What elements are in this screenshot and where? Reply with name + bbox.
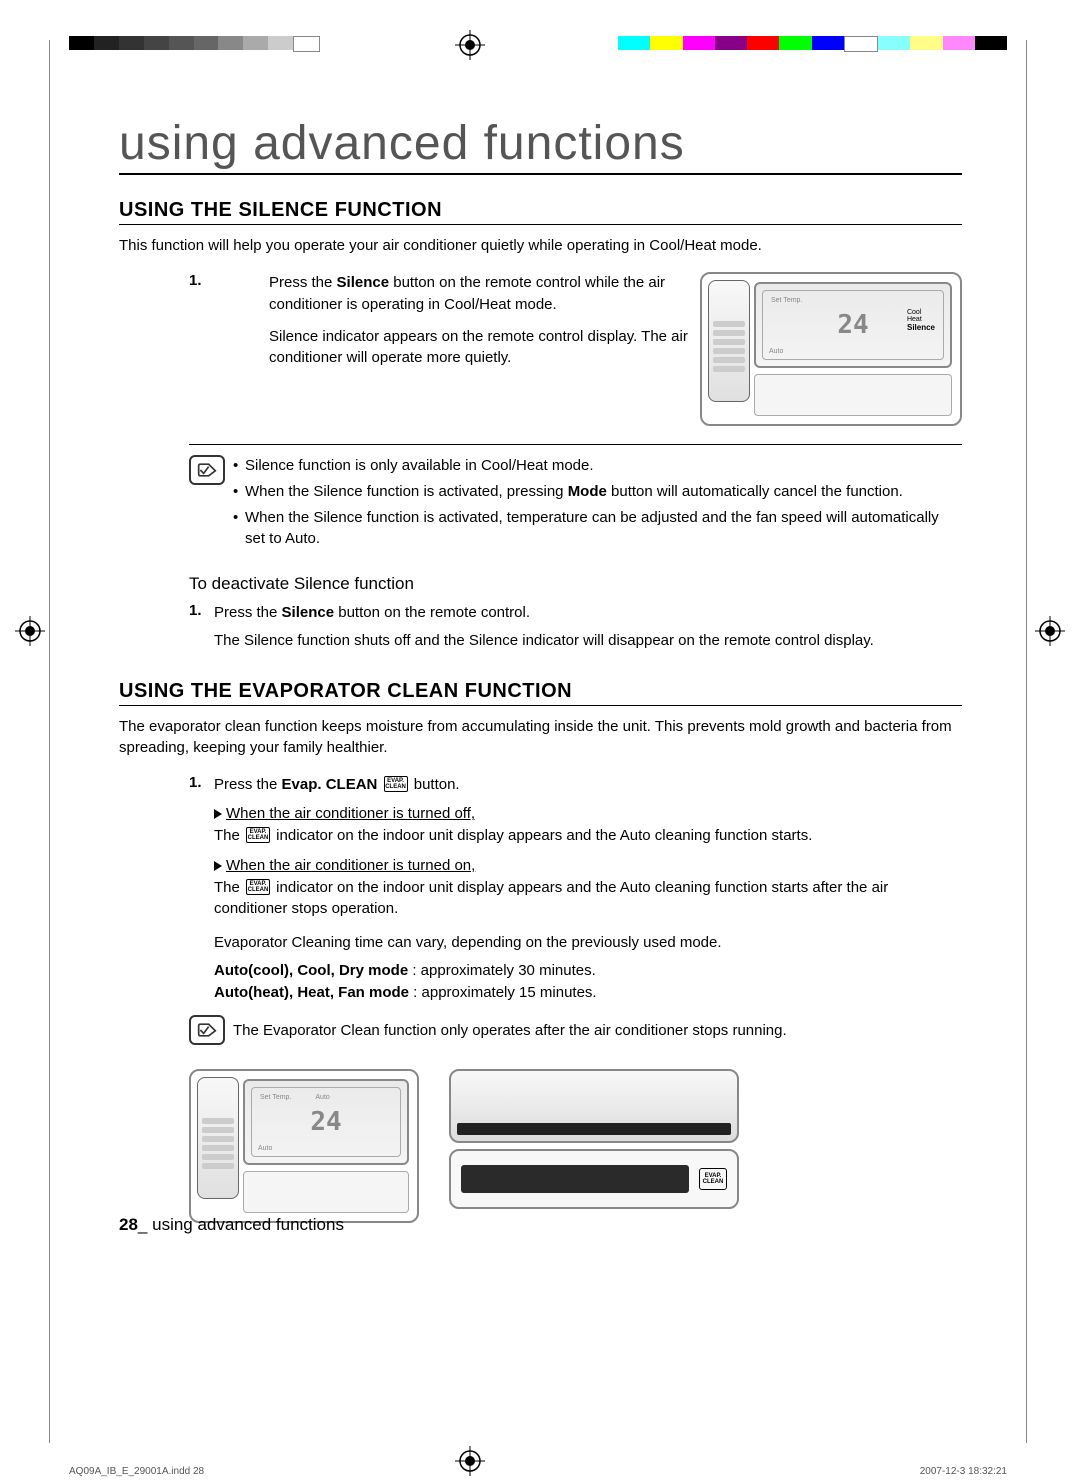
print-color-bar-left — [69, 36, 320, 50]
remote-illustration — [708, 280, 750, 402]
display-illustration: Set Temp.Auto 24 Auto — [243, 1079, 409, 1165]
silence-intro: This function will help you operate your… — [119, 235, 962, 256]
silence-notes: •Silence function is only available in C… — [189, 455, 962, 554]
evap-indicator-icon: EVAP. CLEAN — [246, 879, 270, 895]
page-content: using advanced functions USING THE SILEN… — [119, 116, 962, 1223]
evap-note-row: The Evaporator Clean function only opera… — [189, 1015, 962, 1045]
crop-edge-right — [1026, 40, 1027, 1443]
evap-intro: The evaporator clean function keeps mois… — [119, 716, 962, 758]
registration-mark-bottom — [455, 1446, 485, 1481]
remote-illustration — [197, 1077, 239, 1199]
arrow-icon — [214, 809, 222, 819]
note-bullets: •Silence function is only available in C… — [233, 455, 962, 554]
button-panel-illustration — [243, 1171, 409, 1213]
evap-step: 1. Press the Evap. CLEAN EVAP. CLEAN but… — [189, 774, 962, 1004]
silence-figure-label: Cool Heat Silence — [907, 309, 935, 332]
evap-figures-row: Set Temp.Auto 24 Auto EVAP. CLEAN — [189, 1069, 962, 1223]
evap-indicator-icon: EVAP. CLEAN — [246, 827, 270, 843]
display-illustration: Set Temp. 24 Cool Heat Silence Auto — [754, 282, 952, 368]
manual-page: using advanced functions USING THE SILEN… — [0, 0, 1080, 1483]
evap-section: USING THE EVAPORATOR CLEAN FUNCTION The … — [119, 680, 962, 1224]
divider — [189, 444, 962, 445]
silence-figure: Set Temp. 24 Cool Heat Silence Auto — [700, 272, 962, 426]
silence-step-text: Press the Silence button on the remote c… — [269, 272, 690, 426]
section-title-evap: USING THE EVAPORATOR CLEAN FUNCTION — [119, 680, 962, 706]
print-timestamp: 2007-12-3 18:32:21 — [920, 1466, 1007, 1477]
ac-unit-illustration: EVAP. CLEAN — [449, 1069, 739, 1223]
evap-panel-icon: EVAP. CLEAN — [699, 1168, 727, 1190]
registration-mark-right — [1035, 616, 1065, 651]
note-icon — [189, 1015, 225, 1045]
section-title-silence: USING THE SILENCE FUNCTION — [119, 199, 962, 225]
evap-clean-button-icon: EVAP. CLEAN — [384, 776, 408, 792]
arrow-icon — [214, 861, 222, 871]
page-footer: 28_ using advanced functions — [119, 1215, 344, 1235]
deactivate-heading: To deactivate Silence function — [189, 574, 962, 594]
print-color-bar-right — [618, 36, 1007, 50]
button-panel-illustration — [754, 374, 952, 416]
deactivate-step: 1. Press the Silence button on the remot… — [189, 602, 962, 624]
registration-mark-left — [15, 616, 45, 651]
silence-step-row: 1. Press the Silence button on the remot… — [119, 272, 962, 426]
deactivate-result: The Silence function shuts off and the S… — [214, 630, 962, 652]
registration-mark-top — [455, 30, 485, 65]
step-number: 1. — [119, 272, 269, 426]
note-icon — [189, 455, 225, 485]
crop-edge-left — [49, 40, 50, 1443]
chapter-title: using advanced functions — [119, 116, 962, 175]
print-file-info: AQ09A_IB_E_29001A.indd 28 — [69, 1466, 204, 1477]
